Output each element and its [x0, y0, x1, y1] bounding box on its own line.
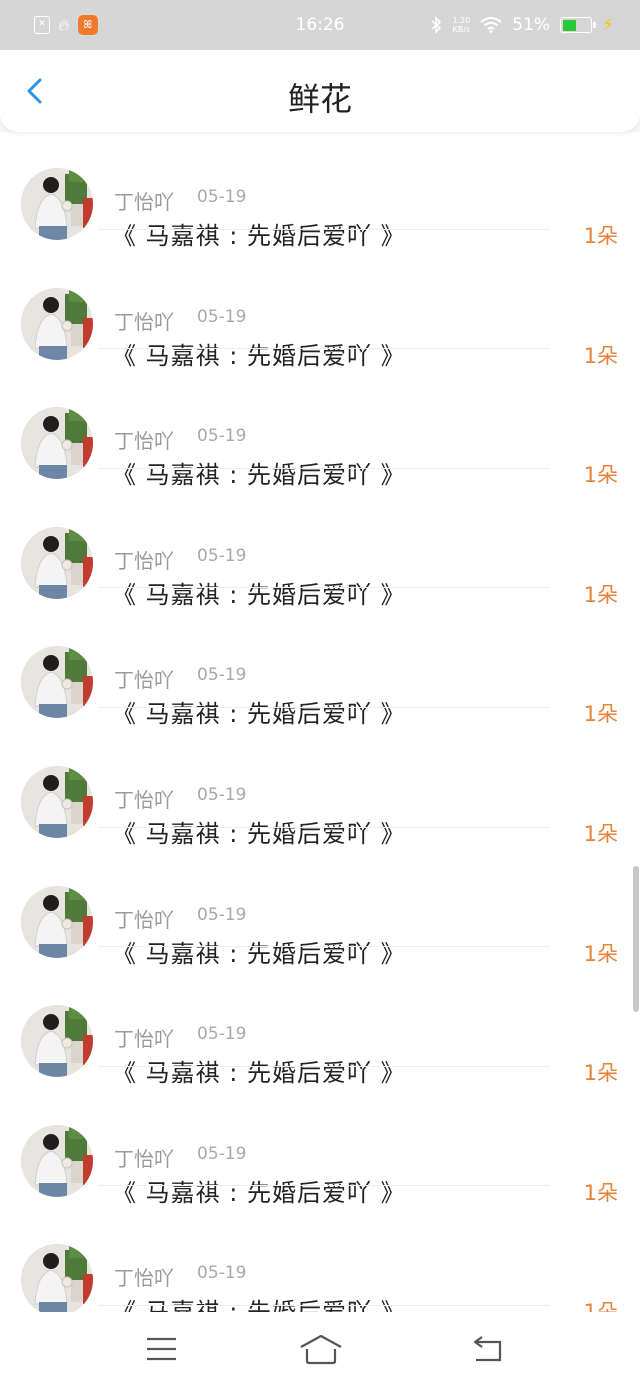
- post-date: 05-19: [197, 665, 247, 686]
- network-speed: 1.20 KB/s: [452, 16, 470, 34]
- flame-icon: 🔥︎: [58, 15, 70, 34]
- app-header: 鲜花: [0, 50, 640, 132]
- post-date: 05-19: [197, 306, 247, 327]
- status-right-icons: 1.20 KB/s 51% ⚡︎: [430, 15, 614, 35]
- battery-icon: [560, 17, 597, 33]
- user-name: 丁怡吖: [114, 1266, 174, 1291]
- post-date: 05-19: [197, 1263, 247, 1284]
- status-left-icons: ✕ 🔥︎ ꕤ: [34, 15, 98, 35]
- post-date: 05-19: [197, 187, 247, 207]
- charging-icon: ⚡︎: [602, 15, 614, 35]
- list-item[interactable]: 丁怡吖05-19《 马嘉祺 : 先婚后爱吖 》1朵: [0, 828, 640, 968]
- menu-button[interactable]: [142, 1332, 182, 1366]
- user-name: 丁怡吖: [114, 1146, 174, 1171]
- avatar-photo: [21, 1244, 93, 1312]
- list-item[interactable]: 丁怡吖05-19《 马嘉祺 : 先婚后爱吖 》1朵: [0, 947, 640, 1087]
- user-name: 丁怡吖: [114, 787, 174, 812]
- user-name: 丁怡吖: [114, 1027, 174, 1052]
- bluetooth-icon: [431, 16, 442, 34]
- user-name: 丁怡吖: [114, 429, 174, 454]
- app-notification-icon: ꕤ: [77, 15, 98, 35]
- wifi-icon: [480, 17, 502, 33]
- system-nav-bar: [0, 1312, 640, 1387]
- battery-level: [562, 19, 577, 31]
- network-speed-unit: KB/s: [452, 25, 471, 34]
- user-name: 丁怡吖: [114, 907, 174, 932]
- avatar[interactable]: [21, 1244, 93, 1312]
- list-item[interactable]: 丁怡吖05-19《 马嘉祺 : 先婚后爱吖 》1朵: [0, 1186, 640, 1312]
- return-icon: [473, 1336, 502, 1362]
- status-bar: ✕ 🔥︎ ꕤ 16:26 1.20 KB/s 51% ⚡︎: [0, 0, 640, 50]
- network-speed-value: 1.20: [452, 16, 471, 25]
- post-date: 05-19: [197, 426, 247, 447]
- user-name: 丁怡吖: [114, 190, 174, 214]
- battery-percent: 51%: [512, 15, 551, 35]
- post-date: 05-19: [197, 904, 247, 925]
- list-item[interactable]: 丁怡吖05-19《 马嘉祺 : 先婚后爱吖 》1朵: [0, 469, 640, 609]
- menu-icon: [147, 1337, 176, 1361]
- list-item[interactable]: 丁怡吖05-19《 马嘉祺 : 先婚后爱吖 》1朵: [0, 132, 640, 250]
- page-title: 鲜花: [287, 80, 352, 118]
- list-item[interactable]: 丁怡吖05-19《 马嘉祺 : 先婚后爱吖 》1朵: [0, 708, 640, 848]
- user-name: 丁怡吖: [114, 309, 174, 334]
- user-name: 丁怡吖: [114, 668, 174, 693]
- list-item[interactable]: 丁怡吖05-19《 马嘉祺 : 先婚后爱吖 》1朵: [0, 1067, 640, 1207]
- flower-list-area[interactable]: 丁怡吖 05-19 《 马嘉祺 : 先婚后爱吖 》 1朵 丁怡吖 05-19 《 马嘉祺 :…: [0, 132, 640, 1312]
- home-button[interactable]: [298, 1332, 344, 1366]
- post-date: 05-19: [197, 784, 247, 805]
- return-button[interactable]: [470, 1332, 510, 1366]
- sim-icon: ✕: [34, 16, 50, 34]
- list-item[interactable]: 丁怡吖05-19《 马嘉祺 : 先婚后爱吖 》1朵: [0, 230, 640, 370]
- scrollbar[interactable]: [633, 866, 639, 1012]
- post-date: 05-19: [197, 1024, 247, 1045]
- post-date: 05-19: [197, 1143, 247, 1164]
- flower-list: 丁怡吖 05-19 《 马嘉祺 : 先婚后爱吖 》 1朵 丁怡吖 05-19 《 马嘉祺 :…: [0, 132, 640, 1312]
- app-badge: ꕤ: [83, 18, 93, 31]
- post-date: 05-19: [197, 545, 247, 566]
- user-name: 丁怡吖: [114, 548, 174, 573]
- list-item[interactable]: 丁怡吖05-19《 马嘉祺 : 先婚后爱吖 》1朵: [0, 588, 640, 728]
- list-item[interactable]: 丁怡吖05-19《 马嘉祺 : 先婚后爱吖 》1朵: [0, 349, 640, 489]
- home-icon: [300, 1334, 342, 1365]
